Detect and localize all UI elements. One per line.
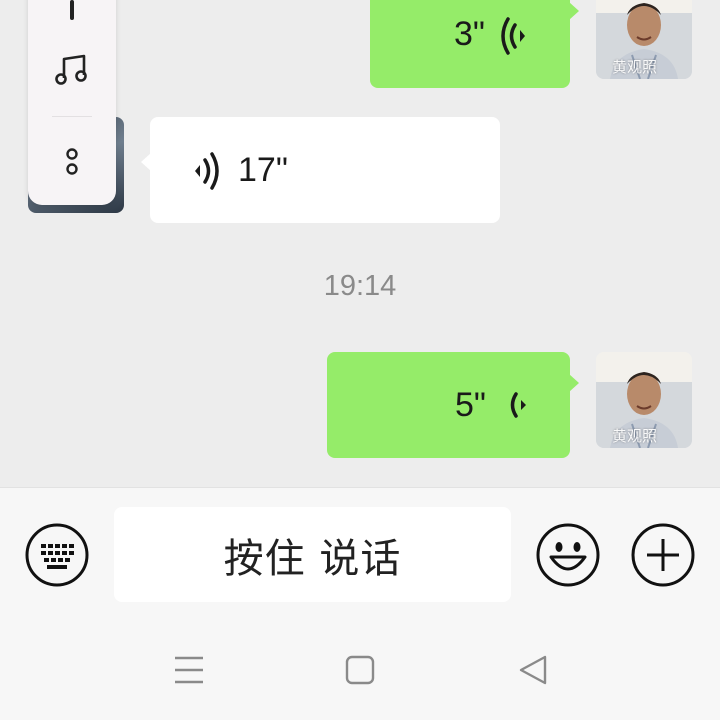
- self-avatar[interactable]: 黄观照: [596, 0, 692, 79]
- voice-duration: 17": [238, 151, 288, 189]
- emoji-icon[interactable]: [536, 523, 600, 587]
- chat-area: 3" 黄观照 17" 19:14 5" 黄观照: [0, 0, 720, 487]
- menu-icon[interactable]: [171, 652, 207, 688]
- floating-menu: [28, 0, 116, 205]
- input-bar: 按住 说话: [0, 487, 720, 620]
- timestamp-divider: 19:14: [323, 270, 397, 302]
- voice-wave-icon: [510, 392, 526, 418]
- back-icon[interactable]: [515, 652, 551, 688]
- self-avatar[interactable]: 黄观照: [596, 352, 692, 448]
- menu-divider: [52, 116, 92, 117]
- hold-to-talk-button[interactable]: 按住 说话: [114, 507, 511, 602]
- voice-duration: 3": [454, 15, 485, 53]
- avatar-watermark: 黄观照: [612, 58, 658, 76]
- keyboard-icon[interactable]: [25, 523, 89, 587]
- avatar-watermark: 黄观照: [612, 427, 658, 445]
- plus-icon[interactable]: [631, 523, 695, 587]
- music-note-icon[interactable]: [54, 52, 90, 88]
- voice-message-bubble[interactable]: 17": [141, 117, 500, 223]
- voice-wave-icon: [501, 17, 525, 55]
- hold-to-talk-label: 按住 说话: [223, 535, 402, 582]
- voice-duration: 5": [455, 386, 486, 424]
- home-icon[interactable]: [342, 652, 378, 688]
- voice-message-bubble[interactable]: 5": [327, 352, 579, 458]
- pin-icon[interactable]: [68, 0, 76, 20]
- voice-message-bubble[interactable]: 3": [370, 0, 579, 88]
- voice-wave-icon: [195, 152, 219, 190]
- more-dots-icon[interactable]: [64, 146, 80, 178]
